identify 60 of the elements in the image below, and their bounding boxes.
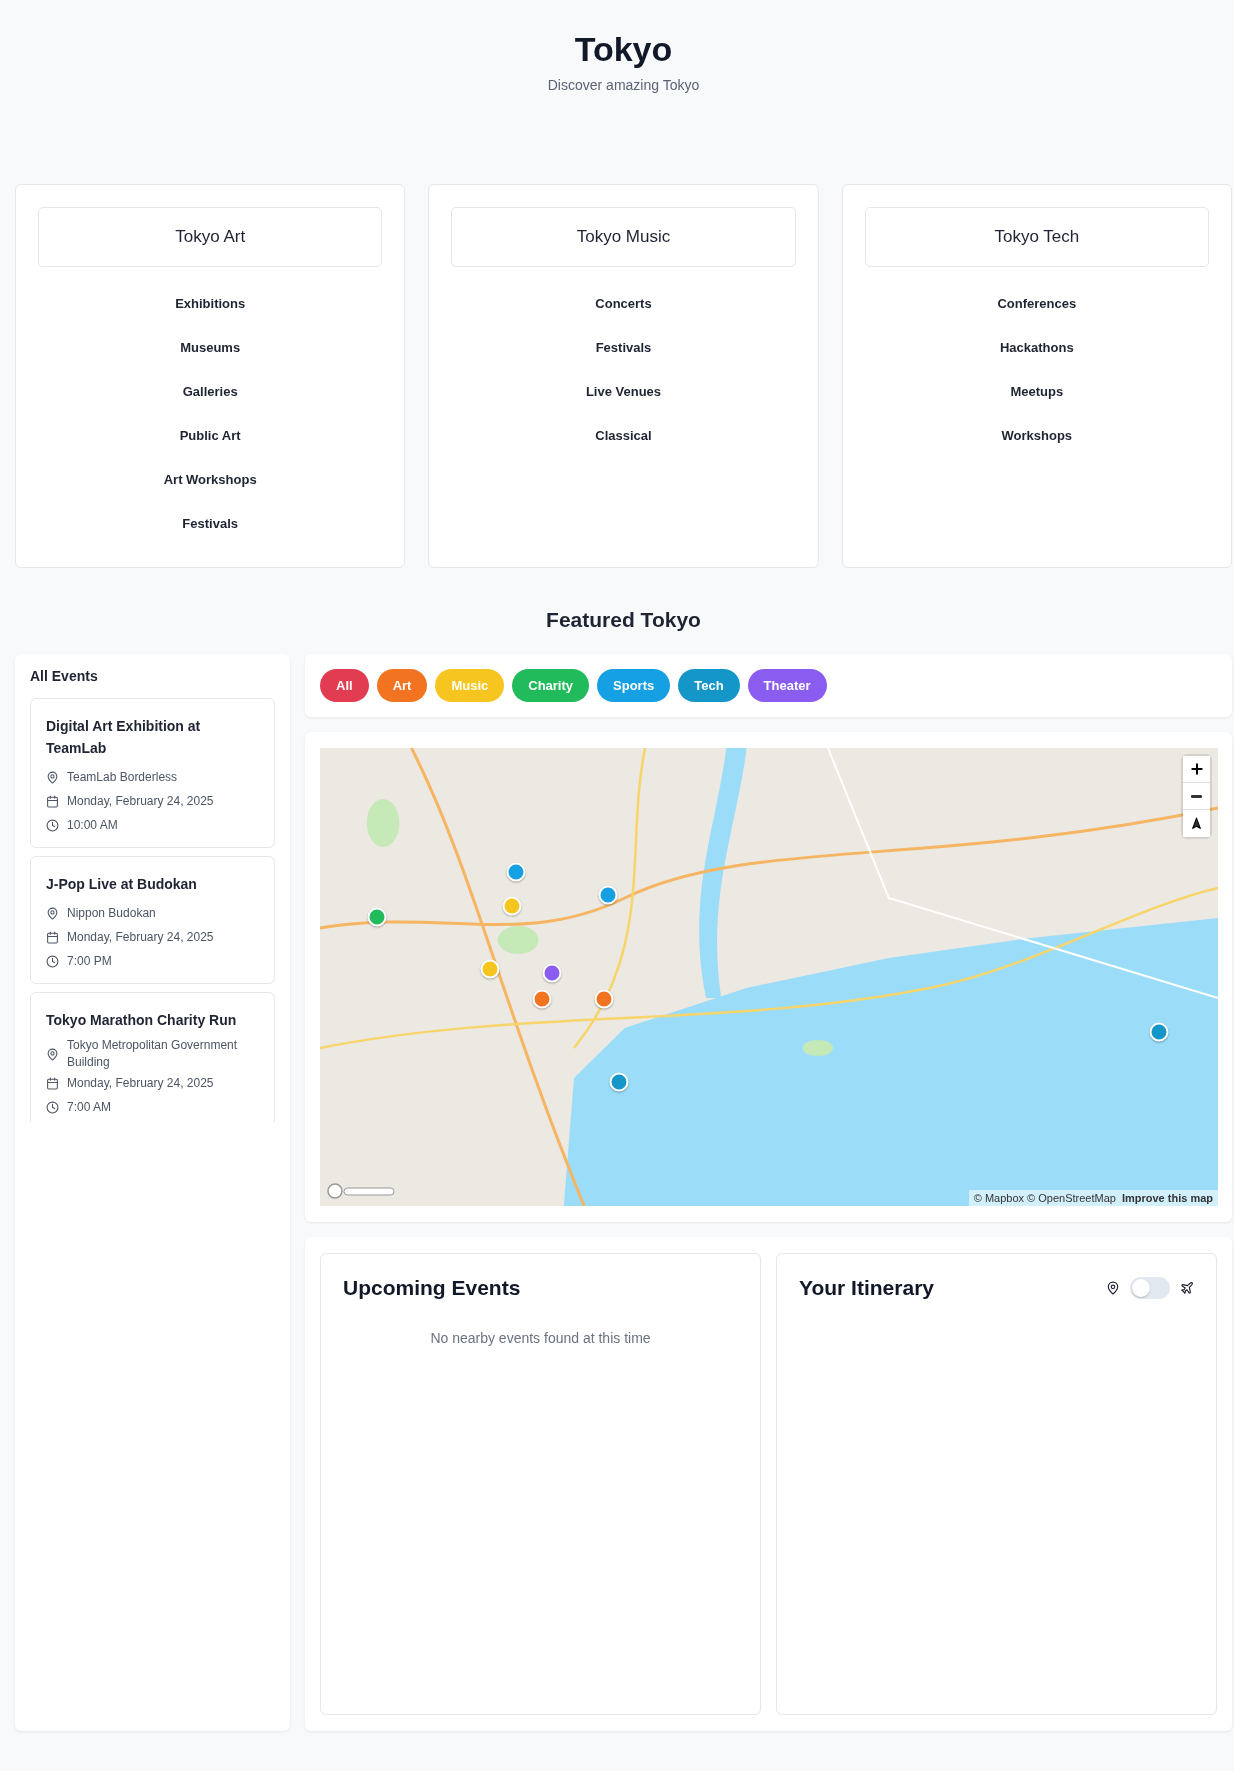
plus-icon <box>1188 761 1205 777</box>
calendar-icon <box>46 1076 59 1090</box>
page-title: Tokyo <box>574 30 673 69</box>
category-link[interactable]: Festivals <box>595 325 652 369</box>
category-link[interactable]: Public Art <box>179 413 241 457</box>
event-title: Tokyo Marathon Charity Run <box>46 1011 238 1030</box>
event-time: 10:00 AM <box>67 816 118 834</box>
category-link[interactable]: Conferences <box>997 281 1077 325</box>
event-time: 7:00 AM <box>67 1098 112 1116</box>
event-title: J-Pop Live at Budokan <box>46 875 198 894</box>
event-card[interactable]: Tokyo Marathon Charity Run Tokyo Metropolitan Government Building Monday, February 24, 2025 7:00 AM <box>30 992 275 1122</box>
category-title[interactable]: Tokyo Art <box>38 207 383 267</box>
calendar-icon <box>46 794 59 808</box>
category-link[interactable]: Hackathons <box>999 325 1074 369</box>
improve-map-link[interactable]: Improve this map <box>1121 1192 1213 1204</box>
event-card[interactable]: Digital Art Exhibition at TeamLab TeamLab Borderless Monday, February 24, 2025 10:00 AM <box>30 698 275 848</box>
location-pin-icon <box>46 770 59 784</box>
card-title: Your Itinerary <box>799 1276 934 1300</box>
category-link[interactable]: Art Workshops <box>163 457 257 501</box>
category-link[interactable]: Museums <box>180 325 241 369</box>
category-link[interactable]: Live Venues <box>585 369 662 413</box>
category-filter-chip[interactable]: All <box>320 669 369 702</box>
location-pin-icon <box>46 906 59 920</box>
location-pin-icon <box>46 1047 59 1061</box>
sidebar-title: All Events <box>30 668 99 684</box>
mode-toggle[interactable] <box>1130 1277 1170 1299</box>
location-pin-icon <box>1106 1281 1120 1295</box>
category-link[interactable]: Meetups <box>1010 369 1064 413</box>
clock-icon <box>46 818 59 832</box>
event-date: Monday, February 24, 2025 <box>67 792 214 810</box>
event-venue: Tokyo Metropolitan Government Building <box>67 1037 239 1071</box>
map-attribution: © Mapbox © OpenStreetMap <box>973 1192 1116 1204</box>
category-title[interactable]: Tokyo Music <box>451 207 796 267</box>
card-title: Upcoming Events <box>343 1276 522 1300</box>
compass-icon <box>1190 817 1203 830</box>
zoom-in-button[interactable] <box>1183 756 1210 783</box>
event-date: Monday, February 24, 2025 <box>67 1074 214 1092</box>
section-title: Featured Tokyo <box>545 607 702 633</box>
category-link[interactable]: Concerts <box>595 281 652 325</box>
category-link[interactable]: Exhibitions <box>175 281 246 325</box>
category-link[interactable]: Workshops <box>1001 413 1073 457</box>
event-date: Monday, February 24, 2025 <box>67 928 214 946</box>
airplane-icon <box>1180 1281 1194 1295</box>
mapbox-logo-icon <box>326 1182 396 1200</box>
clock-icon <box>46 954 59 968</box>
category-link[interactable]: Classical <box>595 413 652 457</box>
category-link[interactable]: Festivals <box>182 501 238 545</box>
event-venue: TeamLab Borderless <box>67 768 178 786</box>
event-venue: Nippon Budokan <box>67 904 156 922</box>
event-card[interactable]: J-Pop Live at Budokan Nippon Budokan Monday, February 24, 2025 7:00 PM <box>30 856 275 984</box>
category-title[interactable]: Tokyo Tech <box>864 207 1209 267</box>
empty-message: No nearby events found at this time <box>429 1330 652 1346</box>
clock-icon <box>46 1100 59 1114</box>
minus-icon <box>1191 794 1202 798</box>
category-filter-chip[interactable]: Theater <box>747 669 827 702</box>
event-time: 7:00 PM <box>67 952 112 970</box>
category-link[interactable]: Galleries <box>182 369 238 413</box>
calendar-icon <box>46 930 59 944</box>
event-title: Digital Art Exhibition at TeamLab <box>46 717 202 758</box>
page-subtitle: Discover amazing Tokyo <box>547 77 700 93</box>
